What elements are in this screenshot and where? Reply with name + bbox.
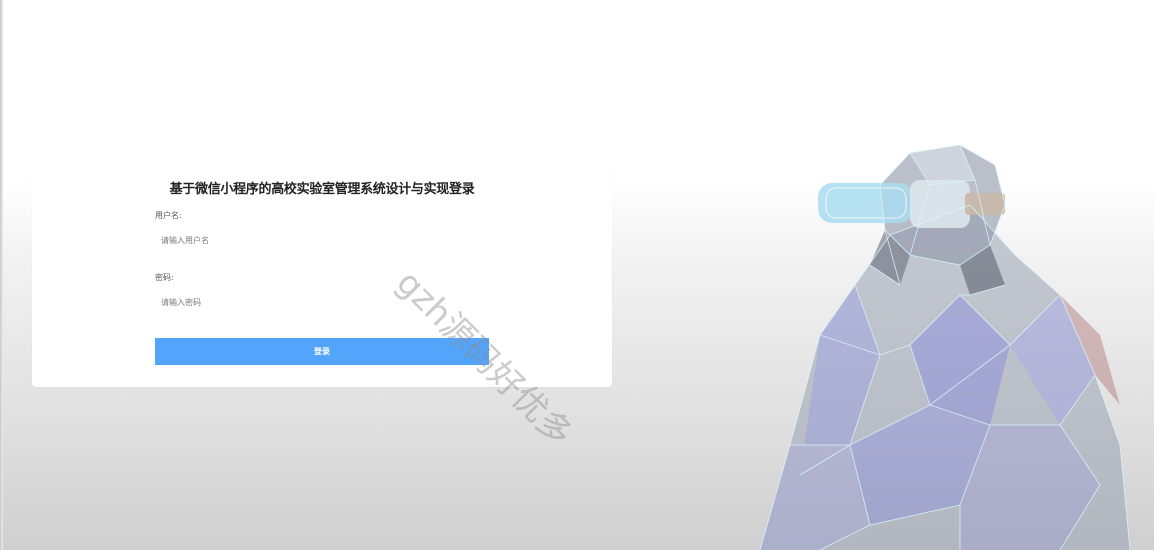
username-input[interactable] [155,228,489,252]
vr-lowpoly-figure-image [760,145,1131,550]
login-card: 基于微信小程序的高校实验室管理系统设计与实现登录 用户名: 密码: 登录 [32,168,612,387]
window-left-edge [0,0,3,550]
username-label: 用户名: [155,211,182,220]
password-label: 密码: [155,273,174,282]
password-input[interactable] [155,290,489,314]
login-button[interactable]: 登录 [155,338,489,365]
login-title: 基于微信小程序的高校实验室管理系统设计与实现登录 [169,182,475,197]
